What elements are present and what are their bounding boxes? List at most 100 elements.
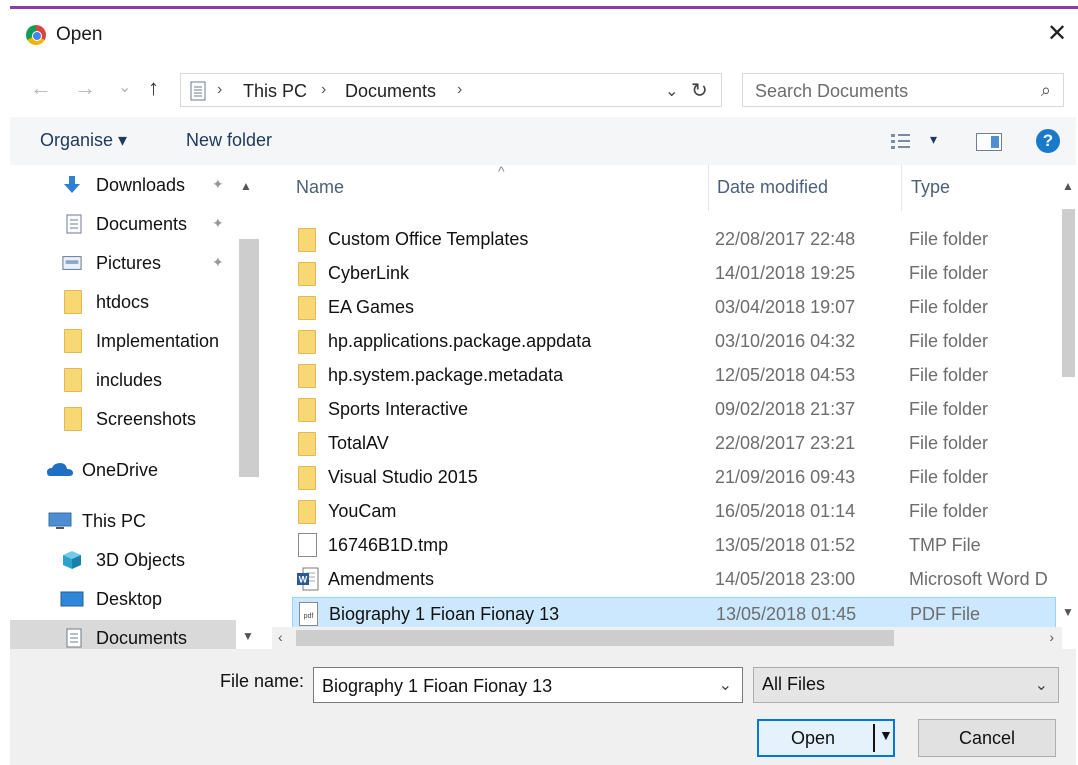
window-title: Open bbox=[56, 24, 103, 45]
sidebar-item-pictures[interactable]: Pictures ✦ bbox=[10, 245, 242, 281]
file-type: PDF File bbox=[910, 604, 981, 624]
sidebar-item-label: includes bbox=[96, 370, 163, 390]
navigation-pane-scrollbar[interactable]: ▲ ▼ bbox=[236, 165, 260, 649]
file-type: Microsoft Word D bbox=[909, 569, 1048, 589]
scroll-up-icon[interactable]: ▲ bbox=[1062, 179, 1074, 193]
sidebar-item-label: Documents bbox=[96, 628, 188, 648]
file-row[interactable]: CyberLink 14/01/2018 19:25 File folder bbox=[292, 257, 1056, 290]
open-dialog: Open ✕ ← → ⌄ ↑ › This PC › Documents › ⌄… bbox=[10, 9, 1076, 765]
view-options-icon[interactable] bbox=[890, 132, 912, 150]
column-divider[interactable] bbox=[708, 165, 709, 211]
file-row-selected[interactable]: pdf Biography 1 Fioan Fionay 13 13/05/20… bbox=[292, 597, 1056, 630]
help-icon[interactable]: ? bbox=[1036, 129, 1060, 153]
3d-objects-icon bbox=[63, 551, 81, 569]
pin-icon: ✦ bbox=[212, 176, 224, 192]
sidebar-item-htdocs[interactable]: htdocs bbox=[10, 284, 242, 320]
file-type-select[interactable]: All Files ⌄ bbox=[753, 667, 1059, 703]
refresh-icon[interactable]: ↻ bbox=[691, 78, 708, 103]
sidebar-item-downloads[interactable]: Downloads ✦ bbox=[10, 167, 242, 203]
pin-icon: ✦ bbox=[212, 215, 224, 231]
sidebar-item-implementation[interactable]: Implementation bbox=[10, 323, 242, 359]
search-box[interactable]: ⌕ bbox=[742, 73, 1064, 107]
column-name[interactable]: Name bbox=[296, 177, 344, 198]
navigation-pane: Downloads ✦ Documents ✦ Pictures ✦ htdoc… bbox=[10, 165, 262, 649]
folder-icon bbox=[298, 330, 316, 354]
file-type-value: All Files bbox=[762, 674, 826, 694]
scroll-up-icon[interactable]: ▲ bbox=[240, 179, 252, 193]
scroll-down-icon[interactable]: ▼ bbox=[242, 629, 254, 643]
view-dropdown-icon[interactable]: ▾ bbox=[930, 131, 937, 148]
sidebar-item-documents[interactable]: Documents bbox=[10, 620, 242, 649]
file-row[interactable]: W Amendments 14/05/2018 23:00 Microsoft … bbox=[292, 563, 1056, 596]
scroll-down-icon[interactable]: ▼ bbox=[1062, 605, 1074, 619]
column-type[interactable]: Type bbox=[911, 177, 950, 198]
file-icon bbox=[298, 533, 317, 557]
recent-locations-icon[interactable]: ⌄ bbox=[118, 73, 131, 103]
file-date: 14/05/2018 23:00 bbox=[715, 569, 856, 589]
file-row[interactable]: Visual Studio 2015 21/09/2016 09:43 File… bbox=[292, 461, 1056, 494]
file-row[interactable]: 16746B1D.tmp 13/05/2018 01:52 TMP File bbox=[292, 529, 1056, 562]
file-name-combobox[interactable]: ⌄ bbox=[313, 667, 743, 703]
sidebar-item-documents-quick[interactable]: Documents ✦ bbox=[10, 206, 242, 242]
breadcrumb-separator[interactable]: › bbox=[217, 81, 222, 99]
download-icon bbox=[64, 176, 80, 193]
sidebar-item-includes[interactable]: includes bbox=[10, 362, 242, 398]
open-button-label: Open bbox=[791, 728, 836, 748]
open-options-dropdown-icon[interactable]: ▼ bbox=[879, 727, 893, 743]
file-row[interactable]: EA Games 03/04/2018 19:07 File folder bbox=[292, 291, 1056, 324]
file-row[interactable]: hp.applications.package.appdata 03/10/20… bbox=[292, 325, 1056, 358]
breadcrumb-documents[interactable]: Documents bbox=[345, 81, 436, 102]
breadcrumb-this-pc[interactable]: This PC bbox=[243, 81, 307, 102]
sidebar-item-label: OneDrive bbox=[82, 460, 159, 480]
file-row[interactable]: Sports Interactive 09/02/2018 21:37 File… bbox=[292, 393, 1056, 426]
scroll-right-icon[interactable]: › bbox=[1049, 629, 1054, 645]
file-row[interactable]: hp.system.package.metadata 12/05/2018 04… bbox=[292, 359, 1056, 392]
sidebar-item-3d-objects[interactable]: 3D Objects bbox=[10, 542, 242, 578]
chevron-down-icon[interactable]: ⌄ bbox=[719, 675, 732, 695]
sidebar-item-desktop[interactable]: Desktop bbox=[10, 581, 242, 617]
pictures-icon bbox=[62, 256, 82, 270]
folder-icon bbox=[298, 500, 316, 524]
open-button[interactable]: Open ▼ bbox=[757, 719, 895, 757]
organise-button[interactable]: Organise ▾ bbox=[40, 130, 127, 151]
scroll-left-icon[interactable]: ‹ bbox=[278, 629, 283, 645]
column-divider[interactable] bbox=[901, 165, 902, 211]
file-name-input[interactable] bbox=[320, 673, 704, 699]
folder-icon bbox=[298, 364, 316, 388]
file-type: File folder bbox=[909, 229, 989, 249]
cancel-button[interactable]: Cancel bbox=[918, 719, 1056, 757]
sidebar-item-this-pc[interactable]: This PC bbox=[10, 503, 242, 539]
close-icon[interactable]: ✕ bbox=[1042, 19, 1072, 49]
breadcrumb-separator[interactable]: › bbox=[457, 81, 462, 99]
scrollbar-thumb[interactable] bbox=[296, 630, 894, 646]
folder-icon bbox=[64, 329, 82, 353]
search-input[interactable] bbox=[753, 78, 1027, 104]
forward-arrow-icon[interactable]: → bbox=[74, 73, 96, 103]
address-bar[interactable]: › This PC › Documents › ⌄ ↻ bbox=[180, 73, 722, 107]
split-divider bbox=[873, 724, 875, 752]
sidebar-item-screenshots[interactable]: Screenshots bbox=[10, 401, 242, 437]
search-icon[interactable]: ⌕ bbox=[1041, 80, 1051, 101]
breadcrumb-separator[interactable]: › bbox=[321, 81, 326, 99]
file-list-scrollbar[interactable]: ▲ ▼ bbox=[1060, 165, 1076, 625]
sidebar-item-label: htdocs bbox=[96, 292, 150, 312]
file-name: TotalAV bbox=[328, 433, 389, 453]
preview-pane-icon[interactable] bbox=[976, 133, 1002, 151]
desktop-icon bbox=[60, 591, 84, 607]
address-dropdown-icon[interactable]: ⌄ bbox=[665, 81, 678, 101]
sidebar-item-onedrive[interactable]: OneDrive bbox=[10, 452, 242, 488]
file-row[interactable]: YouCam 16/05/2018 01:14 File folder bbox=[292, 495, 1056, 528]
horizontal-scrollbar[interactable]: ‹ › bbox=[272, 627, 1062, 649]
scrollbar-thumb[interactable] bbox=[1062, 209, 1075, 377]
file-row[interactable]: Custom Office Templates 22/08/2017 22:48… bbox=[292, 223, 1056, 256]
file-row[interactable]: TotalAV 22/08/2017 23:21 File folder bbox=[292, 427, 1056, 460]
column-date-modified[interactable]: Date modified bbox=[717, 177, 828, 198]
back-arrow-icon[interactable]: ← bbox=[30, 73, 52, 103]
scrollbar-thumb[interactable] bbox=[239, 239, 259, 477]
pin-icon: ✦ bbox=[212, 254, 224, 270]
new-folder-button[interactable]: New folder bbox=[186, 130, 272, 151]
chevron-down-icon[interactable]: ⌄ bbox=[1035, 675, 1048, 695]
file-name: CyberLink bbox=[328, 263, 410, 283]
file-name: YouCam bbox=[328, 501, 397, 521]
up-arrow-icon[interactable]: ↑ bbox=[148, 73, 159, 103]
